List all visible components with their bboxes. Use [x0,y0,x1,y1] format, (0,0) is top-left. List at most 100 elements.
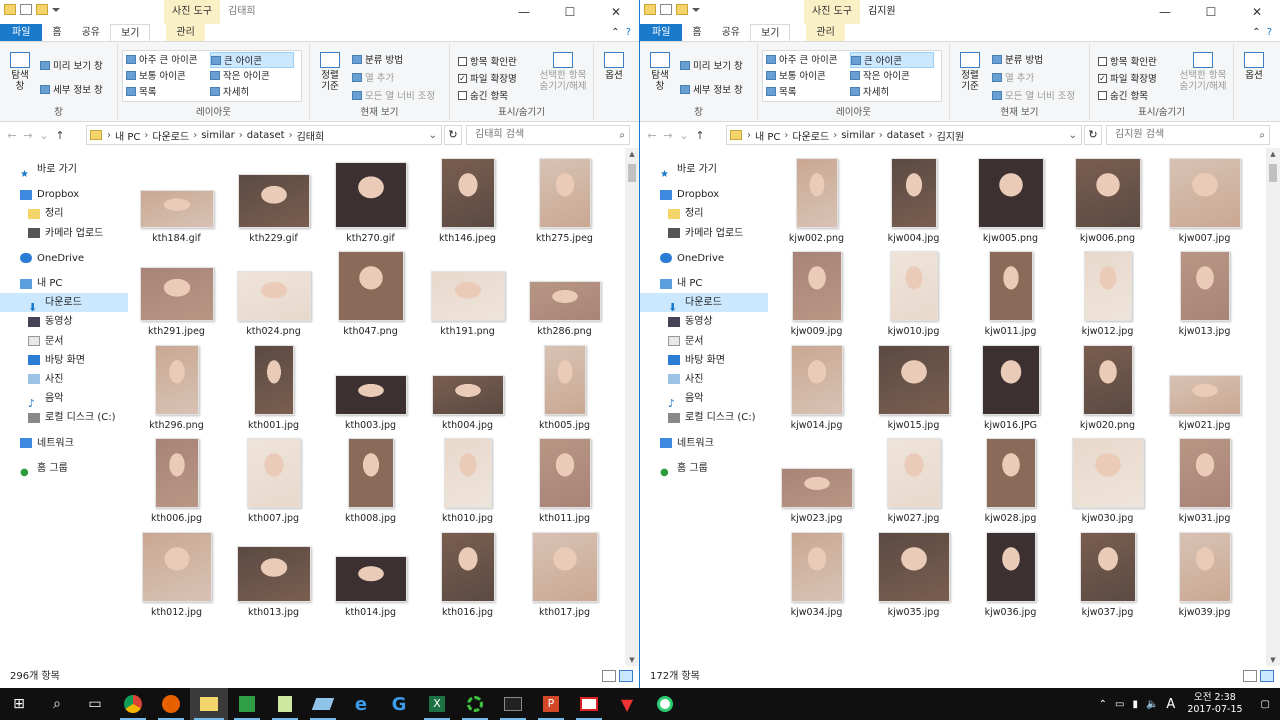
item-checkboxes-toggle[interactable]: 항목 확인란 [458,54,517,68]
edge-icon[interactable]: e [342,688,380,720]
clock[interactable]: 오전 2:38 2017-07-15 [1179,692,1250,716]
breadcrumb[interactable]: 다운로드 [789,128,832,143]
properties-icon[interactable] [660,4,672,15]
chevron-down-icon[interactable]: ⌄ [676,129,692,142]
maximize-button[interactable]: ☐ [547,0,593,24]
file-item[interactable]: kth047.png [322,246,419,340]
notepad-icon[interactable] [266,688,304,720]
file-item[interactable] [1156,620,1253,666]
add-columns-button[interactable]: 열 추가 [352,70,394,84]
nav-item-quick-access[interactable]: ★ 바로 가기 [640,160,768,180]
file-item[interactable]: kjw027.jpg [865,433,962,527]
layout-list[interactable]: 목록 [126,84,156,98]
chrome-icon[interactable] [114,688,152,720]
minimize-button[interactable]: — [501,0,547,24]
large-icons-view-icon[interactable] [619,670,633,682]
hide-selected-button[interactable]: 선택한 항목 숨기기/해제 [534,52,592,92]
chevron-down-icon[interactable]: ⌄ [1069,130,1081,141]
chevron-up-icon[interactable]: ⌃ [1252,27,1260,38]
nav-item-pictures[interactable]: 사진 [640,370,768,389]
file-item[interactable]: kjw013.jpg [1156,246,1253,340]
file-item[interactable]: kjw034.jpg [768,526,865,620]
battery-icon[interactable]: ▮ [1128,699,1142,710]
file-item[interactable] [1059,620,1156,666]
firefox-icon[interactable] [152,688,190,720]
file-item[interactable]: kjw004.jpg [865,152,962,246]
app-fox-icon[interactable]: ▼ [608,688,646,720]
file-item[interactable]: kth270.gif [322,152,419,246]
file-item[interactable]: kth014.jpg [322,526,419,620]
layout-details[interactable]: 자세히 [850,84,889,98]
file-item[interactable]: kth286.png [516,246,613,340]
file-item[interactable]: kth011.jpg [516,433,613,527]
add-columns-button[interactable]: 열 추가 [992,70,1034,84]
layout-large[interactable]: 큰 아이콘 [210,52,294,68]
tab-share[interactable]: 공유 [712,24,750,41]
file-item[interactable]: kjw037.jpg [1059,526,1156,620]
file-item[interactable]: kjw010.jpg [865,246,962,340]
tab-view[interactable]: 보기 [110,24,151,41]
file-item[interactable]: kth006.jpg [128,433,225,527]
chevron-down-icon[interactable] [52,7,60,12]
powerpoint-icon[interactable]: P [532,688,570,720]
vertical-scrollbar[interactable]: ▲ ▼ [1266,148,1280,666]
app-ring-icon[interactable] [456,688,494,720]
vertical-scrollbar[interactable]: ▲ ▼ [625,148,639,666]
address-bar[interactable]: › 내 PC › 다운로드 › similar › dataset › 김태희 ⌄ [86,125,442,145]
nav-item-documents[interactable]: 문서 [640,332,768,351]
up-icon[interactable]: ↑ [692,129,708,142]
app-circle-icon[interactable] [646,688,684,720]
nav-item-local-disk[interactable]: 로컬 디스크 (C:) [0,408,128,427]
chevron-up-icon[interactable]: ⌃ [611,27,619,38]
start-icon[interactable]: ⊞ [0,688,38,720]
file-item[interactable]: kth017.jpg [516,526,613,620]
minimize-button[interactable]: — [1142,0,1188,24]
chevron-down-icon[interactable] [692,7,700,12]
file-item[interactable] [962,620,1059,666]
file-explorer-icon[interactable] [190,688,228,720]
options-button[interactable]: 옵션 [598,52,630,81]
file-item[interactable]: kth001.jpg [225,339,322,433]
preview-pane-button[interactable]: 미리 보기 창 [40,58,103,72]
item-checkboxes-toggle[interactable]: 항목 확인란 [1098,54,1157,68]
nav-item-homegroup[interactable]: ● 홈 그룹 [640,459,768,479]
breadcrumb[interactable]: similar [198,130,238,141]
file-item[interactable]: kth016.jpg [419,526,516,620]
nav-pane-button[interactable]: 탐색 창 [6,52,34,92]
breadcrumb[interactable]: 다운로드 [149,128,192,143]
nav-item-desktop[interactable]: 바탕 화면 [640,351,768,370]
address-bar[interactable]: › 내 PC › 다운로드 › similar › dataset › 김지원 ⌄ [726,125,1082,145]
options-button[interactable]: 옵션 [1238,52,1270,81]
new-folder-icon[interactable] [36,4,48,15]
file-item[interactable]: kth291.jpeg [128,246,225,340]
scroll-down-icon[interactable]: ▼ [625,656,639,664]
file-item[interactable]: kjw009.jpg [768,246,865,340]
breadcrumb[interactable]: dataset [244,130,288,141]
layout-small[interactable]: 작은 아이콘 [850,68,910,82]
nav-item-onedrive[interactable]: OneDrive [640,249,768,268]
file-item[interactable]: kth146.jpeg [419,152,516,246]
ime-indicator[interactable]: A [1162,697,1179,712]
forward-icon[interactable]: → [20,129,36,142]
close-button[interactable]: ✕ [1234,0,1280,24]
app-green-icon[interactable] [228,688,266,720]
nav-pane-button[interactable]: 탐색 창 [646,52,674,92]
file-item[interactable]: kth275.jpeg [516,152,613,246]
file-item[interactable]: kjw036.jpg [962,526,1059,620]
task-view-icon[interactable]: ▭ [76,688,114,720]
nav-item-camera-uploads[interactable]: 카메라 업로드 [0,224,128,243]
layout-details[interactable]: 자세히 [210,84,249,98]
tab-manage[interactable]: 관리 [806,24,845,41]
file-item[interactable]: kth004.jpg [419,339,516,433]
file-item[interactable]: kth008.jpg [322,433,419,527]
notification-icon[interactable]: ▢ [1251,699,1280,710]
file-item[interactable]: kth024.png [225,246,322,340]
file-item[interactable]: kjw002.png [768,152,865,246]
file-item[interactable]: kjw023.jpg [768,433,865,527]
layout-extra-large[interactable]: 아주 큰 아이콘 [126,52,197,66]
tab-home[interactable]: 홈 [682,24,711,41]
nav-item-this-pc[interactable]: 내 PC [0,274,128,293]
breadcrumb[interactable]: 내 PC [112,128,143,143]
terminal-icon[interactable] [494,688,532,720]
file-item[interactable]: kjw007.jpg [1156,152,1253,246]
